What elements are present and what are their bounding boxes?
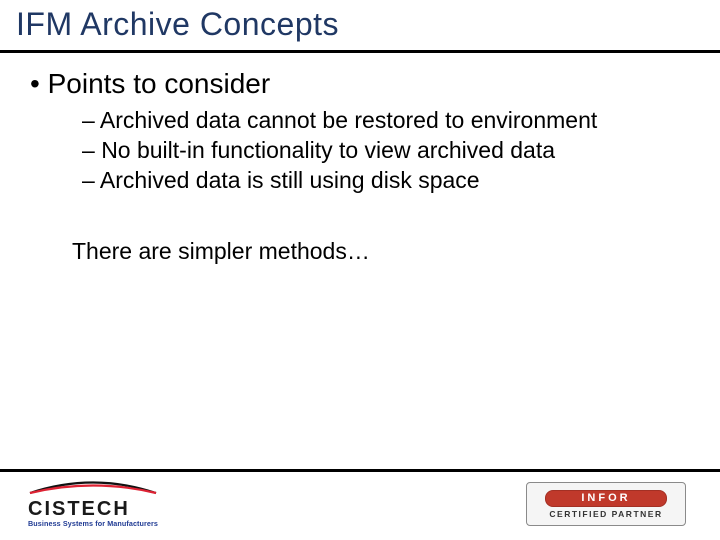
infor-logo: INFOR CERTIFIED PARTNER	[526, 482, 686, 526]
note-text: There are simpler methods…	[72, 238, 690, 265]
bullet-heading: Points to consider	[30, 68, 690, 100]
slide: IFM Archive Concepts Points to consider …	[0, 0, 720, 540]
swoosh-icon	[28, 480, 158, 496]
subpoint: Archived data cannot be restored to envi…	[82, 106, 690, 134]
subpoint: Archived data is still using disk space	[82, 166, 690, 194]
title-underline	[0, 50, 720, 53]
infor-badge: INFOR CERTIFIED PARTNER	[526, 482, 686, 526]
infor-subtitle: CERTIFIED PARTNER	[549, 509, 662, 519]
footer-divider	[0, 469, 720, 472]
infor-name: INFOR	[545, 490, 667, 507]
content-area: Points to consider Archived data cannot …	[30, 64, 690, 265]
cistech-tagline: Business Systems for Manufacturers	[28, 519, 198, 528]
slide-title: IFM Archive Concepts	[16, 6, 339, 43]
cistech-logo: CISTECH Business Systems for Manufacture…	[28, 480, 198, 532]
subpoint: No built-in functionality to view archiv…	[82, 136, 690, 164]
cistech-name: CISTECH	[28, 499, 198, 519]
